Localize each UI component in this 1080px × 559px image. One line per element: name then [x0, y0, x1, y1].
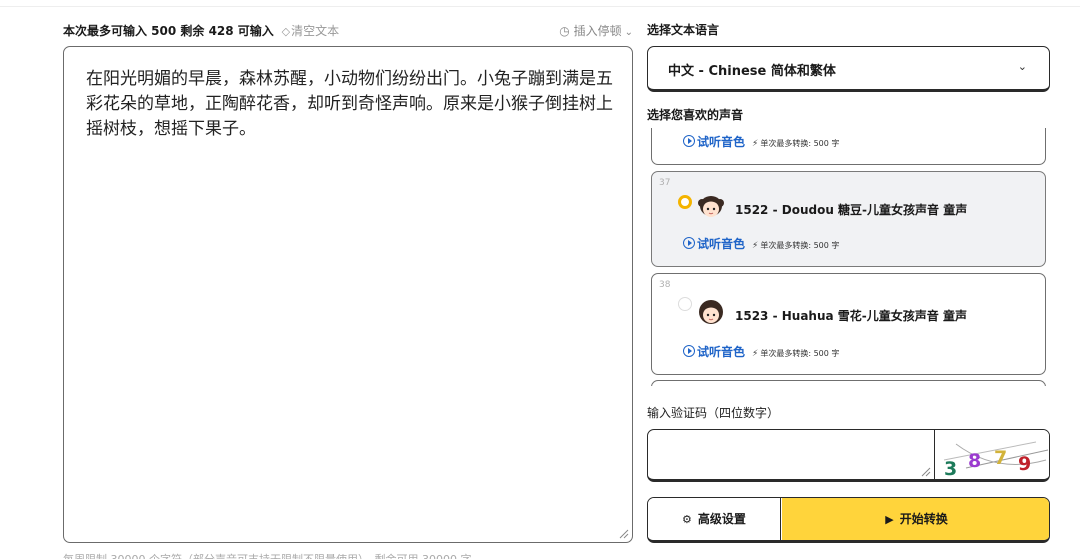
action-buttons: ⚙ 高级设置 ▶ 开始转换 — [647, 497, 1050, 543]
voice-avatar — [699, 300, 723, 324]
voice-card-1523[interactable]: 38 1523 - Huahua 雪花-儿童女孩声音 童声 试听音色 ⚡ 单次最多转… — [651, 273, 1046, 375]
voice-name: 1522 - Doudou 糖豆-儿童女孩声音 童声 — [735, 203, 968, 217]
svg-text:8: 8 — [968, 450, 981, 472]
svg-text:9: 9 — [1018, 453, 1031, 475]
preview-row: 试听音色 ⚡ 单次最多转换: 500 字 — [683, 235, 839, 254]
voice-section-title: 选择您喜欢的声音 — [647, 108, 744, 122]
conversion-limit: 单次最多转换: 500 字 — [760, 139, 840, 148]
play-icon[interactable] — [683, 345, 695, 357]
voice-number: 37 — [659, 178, 671, 188]
preview-voice-button[interactable]: 试听音色 — [697, 237, 745, 251]
voice-number: 38 — [659, 280, 671, 290]
language-selected-value: 中文 - Chinese 简体和繁体 — [668, 64, 836, 79]
play-icon[interactable] — [683, 135, 695, 147]
insert-pause-dropdown[interactable]: ◷ 插入停顿 ⌄ — [559, 21, 633, 43]
eraser-icon: ◇ — [281, 25, 291, 38]
text-input-area[interactable]: 在阳光明媚的早晨，森林苏醒，小动物们纷纷出门。小兔子蹦到满是五彩花朵的草地，正陶… — [63, 46, 633, 543]
start-conversion-label: 开始转换 — [899, 512, 948, 526]
advanced-settings-button[interactable]: ⚙ 高级设置 — [648, 498, 781, 540]
chevron-down-icon: ⌄ — [624, 27, 633, 38]
preview-voice-button[interactable]: 试听音色 — [697, 135, 745, 149]
voice-avatar — [698, 196, 724, 217]
language-section-title: 选择文本语言 — [647, 23, 720, 37]
voice-name: 1523 - Huahua 雪花-儿童女孩声音 童声 — [735, 309, 967, 323]
usage-note: 每周限制 30000 个字符（部分声音可支持无限制不限量使用），剩余可用 300… — [63, 551, 471, 559]
preview-row: 试听音色 ⚡ 单次最多转换: 500 字 — [683, 343, 839, 362]
input-counter-bar: 本次最多可输入 500 剩余 428 可输入 ◇清空文本 ◷ 插入停顿 ⌄ — [63, 21, 633, 41]
lightning-icon: ⚡ — [752, 349, 759, 359]
voice-card[interactable]: 试听音色 ⚡ 单次最多转换: 500 字 — [651, 128, 1046, 165]
start-conversion-button[interactable]: ▶ 开始转换 — [782, 498, 1049, 540]
captcha-box: 3 8 7 9 — [647, 429, 1050, 482]
voice-card[interactable] — [651, 380, 1046, 386]
clear-text-label: 清空文本 — [291, 24, 340, 38]
voice-radio[interactable] — [678, 195, 692, 209]
voice-radio[interactable] — [678, 297, 692, 311]
captcha-image[interactable]: 3 8 7 9 — [936, 430, 1050, 480]
preview-voice-button[interactable]: 试听音色 — [697, 345, 745, 359]
sliders-icon: ⚙ — [682, 513, 692, 526]
captcha-label: 输入验证码（四位数字） — [647, 406, 780, 420]
svg-text:7: 7 — [994, 447, 1007, 469]
lightning-icon: ⚡ — [752, 241, 759, 251]
clear-text-button[interactable]: ◇清空文本 — [282, 24, 339, 38]
captcha-input[interactable] — [648, 430, 935, 479]
resize-handle-icon[interactable] — [920, 466, 931, 477]
voice-card-1522[interactable]: 37 1522 - Doudou 糖豆-儿童女孩声音 童声 试听音色 ⚡ 单次最多转… — [651, 171, 1046, 267]
preview-row: 试听音色 ⚡ 单次最多转换: 500 字 — [683, 133, 839, 152]
play-icon[interactable] — [683, 237, 695, 249]
conversion-limit: 单次最多转换: 500 字 — [760, 241, 840, 250]
top-divider — [0, 6, 1080, 7]
chevron-down-icon: ⌄ — [1017, 60, 1027, 73]
lightning-icon: ⚡ — [752, 139, 759, 149]
advanced-settings-label: 高级设置 — [697, 512, 746, 526]
svg-text:3: 3 — [944, 458, 957, 480]
voice-list[interactable]: 试听音色 ⚡ 单次最多转换: 500 字 37 1522 - Doudou 糖豆-儿… — [647, 128, 1050, 386]
language-select[interactable]: 中文 - Chinese 简体和繁体 ⌄ — [647, 46, 1050, 92]
insert-pause-label: 插入停顿 — [573, 24, 622, 38]
input-counter: 本次最多可输入 500 剩余 428 可输入 — [63, 24, 274, 38]
text-input-content[interactable]: 在阳光明媚的早晨，森林苏醒，小动物们纷纷出门。小兔子蹦到满是五彩花朵的草地，正陶… — [86, 67, 614, 142]
clock-icon: ◷ — [559, 24, 570, 38]
play-circle-icon: ▶ — [885, 513, 894, 526]
resize-handle-icon[interactable] — [617, 527, 629, 539]
conversion-limit: 单次最多转换: 500 字 — [760, 349, 840, 358]
